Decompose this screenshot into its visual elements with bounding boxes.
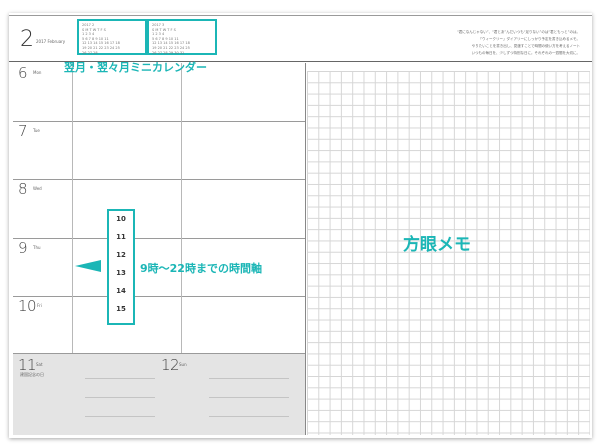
column-line: [305, 63, 306, 435]
mini-calendar-next: 2017 2 S M T W T F S 1 2 3 4 5 6 7 8 9 1…: [77, 19, 147, 55]
day-number: 9: [18, 239, 28, 257]
day-label: Thu: [33, 245, 41, 250]
day-divider: [13, 296, 305, 297]
day-label: Sun: [179, 362, 187, 367]
day-divider: [13, 238, 305, 239]
mini-calendar-row: 26 27 28: [82, 50, 98, 55]
quote-line: いつもの毎日を、少しずつ特別な日に。それぞれの一週間を大切に。: [471, 51, 580, 55]
top-rule: [9, 15, 592, 16]
note-line: [209, 397, 289, 398]
month-number: 2: [20, 27, 34, 52]
time-label: 12: [116, 251, 126, 259]
day-label: Mon: [33, 70, 42, 75]
day-label: Wed: [33, 186, 42, 191]
day-divider: [13, 353, 305, 354]
mini-calendar-annotation: 翌月・翌々月ミニカレンダー: [64, 61, 207, 74]
day-number: 12: [161, 356, 180, 374]
grid-memo-annotation: 方眼メモ: [403, 235, 471, 255]
day-divider: [13, 179, 305, 180]
time-label: 10: [116, 215, 126, 223]
day-label: Tue: [33, 128, 40, 133]
note-line: [85, 378, 155, 379]
column-line: [181, 63, 182, 353]
note-line: [209, 378, 289, 379]
day-number: 10: [18, 297, 37, 315]
time-label: 11: [116, 233, 126, 241]
time-axis-callout-box: 10 11 12 13 14 15: [107, 209, 135, 325]
day-number: 7: [18, 122, 28, 140]
weekend-block: [13, 354, 305, 435]
day-label: Fri: [37, 303, 42, 308]
time-label: 13: [116, 269, 126, 277]
time-axis-annotation: 9時〜22時までの時間軸: [140, 262, 262, 275]
day-label: Sat: [36, 362, 43, 367]
day-number: 8: [18, 180, 28, 198]
quote-line: 「ウィークリー」ダイアリーにしっかり予定を書き込めるメモ。: [478, 37, 581, 41]
day-divider: [13, 121, 305, 122]
diary-page: 2 2017 February 2017 2 S M T W T F S 1 2…: [9, 13, 592, 438]
mini-calendar-row: 26 27 28 29 30 31: [152, 50, 185, 55]
quote-line: やりたいことを書き出し、見渡すことで時間の使い方を考えるノート: [471, 44, 580, 48]
day-number: 6: [18, 64, 28, 82]
quote-line: “君になんじゃない”、“君とあ”んだいつも“足りない”のは“君ともっと”のは。: [456, 30, 580, 34]
month-label: 2017 February: [36, 39, 66, 44]
mini-calendar-after-next: 2017 3 S M T W T F S 1 2 3 4 5 6 7 8 9 1…: [147, 19, 217, 55]
holiday-label: 建国記念の日: [20, 372, 44, 377]
note-line: [85, 416, 155, 417]
column-line: [72, 63, 73, 353]
time-label: 15: [116, 305, 126, 313]
note-line: [85, 397, 155, 398]
time-axis-arrow: [75, 260, 101, 272]
time-label: 14: [116, 287, 126, 295]
header-quote: “君になんじゃない”、“君とあ”んだいつも“足りない”のは“君ともっと”のは。 …: [430, 29, 580, 57]
note-line: [209, 416, 289, 417]
